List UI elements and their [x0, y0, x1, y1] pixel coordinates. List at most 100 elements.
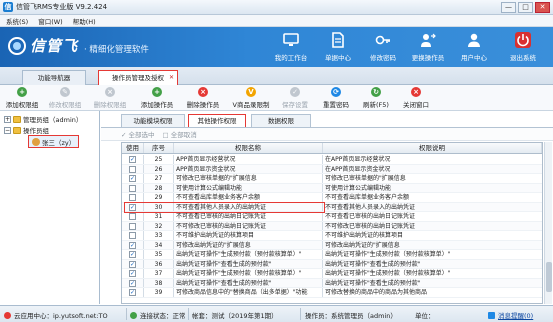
tree-node-operator-group[interactable]: − 操作员组: [4, 125, 49, 135]
nav-workbench-label: 我的工作台: [274, 54, 308, 62]
permission-name: 可修改商品信息中的"替换商品（出多单据）"功能: [174, 288, 323, 297]
row-number: 39: [144, 288, 174, 297]
table-row[interactable]: 32 不可修改已审核的出纳日记账凭证 不可修改已审核的出纳日记账凭证: [122, 221, 542, 231]
nav-switch-operator-button[interactable]: 更换操作员: [408, 30, 448, 66]
use-checkbox[interactable]: ✓: [129, 203, 136, 211]
status-messages[interactable]: 消息提醒(0): [488, 310, 533, 320]
refresh-icon: ↻: [371, 87, 381, 97]
row-number: 26: [144, 164, 174, 173]
tree-node-operator-zhangsan[interactable]: 张三（zy）: [28, 135, 80, 148]
cancel-all-label: 全部取消: [170, 131, 197, 139]
row-number: 28: [144, 183, 174, 192]
permission-description: 在APP首页显示经营状况: [325, 156, 391, 163]
use-checkbox[interactable]: [129, 232, 136, 240]
use-checkbox[interactable]: [129, 165, 136, 173]
status-connection: 连接状态：正常: [130, 310, 186, 320]
tree-node-admin-group[interactable]: + 管理员组（admin）: [4, 114, 82, 124]
subtab-module-permissions[interactable]: 功能模块权限: [121, 114, 185, 127]
table-row[interactable]: ✓ 27 可修改已审核单据的"扩展信息 可修改已审核单据的"扩展信息: [122, 174, 542, 184]
table-row[interactable]: ✓ 34 可修改出纳凭证的"扩展信息 可修改出纳凭证的"扩展信息: [122, 240, 542, 250]
refresh-button[interactable]: ↻ 刷新(F5): [358, 86, 394, 110]
permission-description: 出纳凭证可操作"查看生成的预付款": [325, 279, 421, 287]
nav-exit-button[interactable]: 退出系统: [503, 30, 543, 66]
close-window-tool-button[interactable]: × 关闭窗口: [398, 86, 434, 110]
tree-expand-icon[interactable]: +: [4, 115, 11, 123]
refresh-label: 刷新(F5): [363, 101, 389, 109]
reset-password-button[interactable]: ⟳ 重置密码: [318, 86, 354, 110]
use-checkbox[interactable]: ✓: [129, 175, 136, 183]
status-unit: 单位：: [415, 310, 435, 320]
row-number: 36: [144, 259, 174, 268]
use-checkbox[interactable]: ✓: [129, 289, 136, 297]
table-row[interactable]: 29 不可查看出库单据业务客户余额 不可查看出库单据业务客户余额: [122, 193, 542, 203]
add-operator-button[interactable]: + 添加操作员: [136, 86, 178, 110]
selection-bar: ✓ 全部选中 □ 全部取消: [101, 128, 553, 141]
menu-window[interactable]: 窗口(W): [38, 16, 63, 26]
use-checkbox[interactable]: ✓: [129, 156, 136, 164]
nav-documents-button[interactable]: 单据中心: [318, 30, 358, 66]
close-window-button[interactable]: ✕: [535, 2, 550, 13]
edit-group-button[interactable]: ✎ 修改权限组: [45, 86, 85, 110]
menu-system[interactable]: 系统(S): [6, 16, 28, 26]
use-checkbox[interactable]: ✓: [129, 241, 136, 249]
menu-bar: 系统(S) 窗口(W) 帮助(H): [0, 15, 553, 27]
table-row[interactable]: 28 可使用计算公式编辑功能 可使用计算公式编辑功能: [122, 183, 542, 193]
nav-change-password-button[interactable]: 修改密码: [363, 30, 403, 66]
folder-icon: [13, 126, 21, 134]
col-header-no[interactable]: 序号: [144, 143, 174, 153]
table-row[interactable]: 33 不可维护出纳凭证的核算项目 不可维护出纳凭证的核算项目: [122, 231, 542, 241]
tab-function-navigator[interactable]: 功能导航器: [22, 70, 86, 85]
use-checkbox[interactable]: [129, 222, 136, 230]
subtab-other-permissions[interactable]: 其他操作权限: [188, 114, 246, 128]
menu-help[interactable]: 帮助(H): [73, 16, 96, 26]
use-checkbox[interactable]: [129, 184, 136, 192]
maximize-button[interactable]: □: [518, 2, 533, 13]
add-group-button[interactable]: + 添加权限组: [2, 86, 42, 110]
delete-operator-label: 删除操作员: [186, 101, 220, 109]
select-all-button[interactable]: ✓ 全部选中: [121, 129, 155, 139]
scrollbar-thumb[interactable]: [546, 262, 552, 292]
tab-close-icon[interactable]: ✕: [169, 71, 174, 85]
add-group-label: 添加权限组: [5, 101, 39, 109]
col-header-used[interactable]: 使用: [122, 143, 144, 153]
table-row[interactable]: ✓ 39 可修改商品信息中的"替换商品（出多单据）"功能 可修改替换的商品中的商品为其…: [122, 288, 542, 298]
save-settings-button[interactable]: ✓ 保存设置: [277, 86, 313, 110]
table-row[interactable]: ✓ 37 出纳凭证可操作"生成预付款（预付款核算单）" 出纳凭证可操作"生成预付款（预…: [122, 269, 542, 279]
delete-group-button[interactable]: × 删除权限组: [89, 86, 131, 110]
subtab-data-permissions[interactable]: 数据权限: [251, 114, 311, 127]
product-limit-button[interactable]: V V商品录限制: [228, 86, 274, 110]
table-row[interactable]: ✓ 35 出纳凭证可操作"生成预付款（预付款核算单）" 出纳凭证可操作"生成预付款（预…: [122, 250, 542, 260]
table-row[interactable]: ✓ 25 APP首页显示经营状况 在APP首页显示经营状况: [122, 155, 542, 165]
product-limit-label: V商品录限制: [232, 101, 270, 109]
use-checkbox[interactable]: [129, 194, 136, 202]
vertical-scrollbar[interactable]: [544, 142, 552, 304]
status-divider: [126, 308, 127, 320]
table-row[interactable]: ✓ 30 不可查看其他人员录入的出纳凭证 不可查看其他人员录入的出纳凭证: [122, 202, 542, 212]
table-row[interactable]: ✓ 38 出纳凭证可操作"查看生成的预付款" 出纳凭证可操作"查看生成的预付款": [122, 278, 542, 288]
use-checkbox[interactable]: ✓: [129, 270, 136, 278]
nav-user-center-button[interactable]: 用户中心: [454, 30, 494, 66]
select-all-label: 全部选中: [128, 131, 155, 139]
add-icon: +: [152, 87, 162, 97]
use-checkbox[interactable]: ✓: [129, 279, 136, 287]
nav-workbench-button[interactable]: 我的工作台: [271, 30, 311, 66]
app-logo-icon: 信: [3, 2, 13, 12]
use-checkbox[interactable]: ✓: [129, 251, 136, 259]
tab-operator-management[interactable]: 操作员管理及授权 ✕: [98, 70, 178, 86]
cancel-all-button[interactable]: □ 全部取消: [163, 129, 197, 139]
tree-collapse-icon[interactable]: −: [4, 126, 11, 134]
status-messages-text[interactable]: 消息提醒(0): [498, 310, 533, 320]
table-row[interactable]: 26 APP首页显示资金状况 在APP首页显示资金状况: [122, 164, 542, 174]
table-row[interactable]: 31 不可查看已审核的出纳日记账凭证 不可查看已审核的出纳日记账凭证: [122, 212, 542, 222]
table-row[interactable]: ✓ 36 出纳凭证可操作"查看生成的预付款" 出纳凭证可操作"查看生成的预付款": [122, 259, 542, 269]
cloud-status-icon: [4, 311, 11, 319]
use-checkbox[interactable]: [129, 213, 136, 221]
minimize-button[interactable]: —: [501, 2, 516, 13]
permission-description: 可修改已审核单据的"扩展信息: [325, 175, 406, 182]
status-bar: 云应用中心：ip.yutsoft.net:TO 连接状态：正常 帐套：测试（20…: [0, 305, 553, 322]
use-checkbox[interactable]: ✓: [129, 260, 136, 268]
col-header-desc[interactable]: 权限说明: [323, 143, 542, 153]
delete-operator-button[interactable]: × 删除操作员: [182, 86, 224, 110]
row-number: 25: [144, 155, 174, 164]
col-header-name[interactable]: 权限名称: [174, 143, 323, 153]
